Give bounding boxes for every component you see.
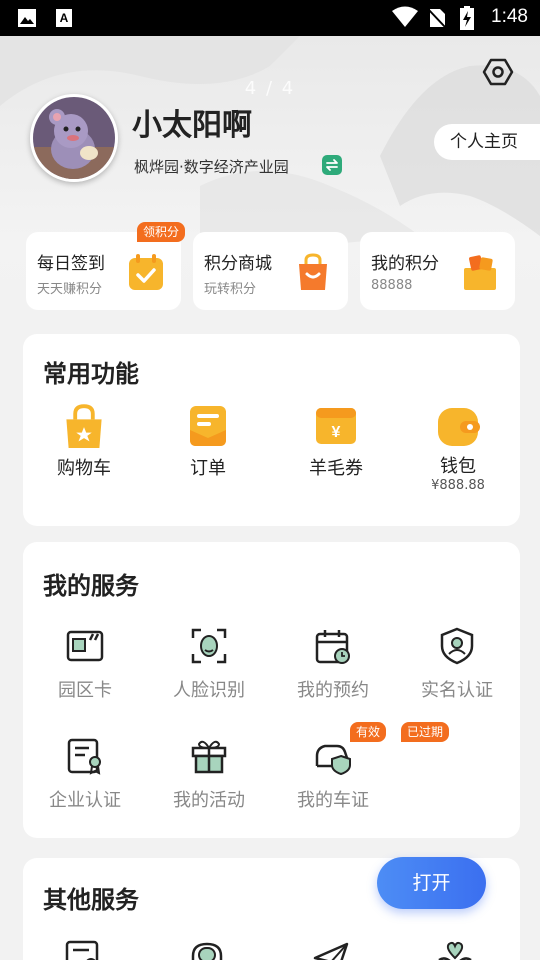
- item-label: 购物车: [57, 458, 111, 479]
- settings-icon[interactable]: [482, 56, 514, 88]
- order-list-icon: [190, 406, 226, 446]
- avatar[interactable]: [30, 94, 118, 182]
- car-shield-icon: [315, 744, 351, 776]
- item-label: 我的车证: [297, 790, 369, 811]
- open-button[interactable]: 打开: [377, 857, 486, 909]
- organization-name: 枫烨园·数字经济产业园: [134, 158, 289, 176]
- wallet-balance: ¥888.88: [431, 478, 485, 493]
- wallet-icon: [438, 408, 480, 446]
- shopping-bag-icon: [66, 404, 102, 448]
- gift-box-icon: [464, 255, 496, 290]
- my-points-card[interactable]: 我的积分 88888: [360, 232, 515, 310]
- heart-hands-icon[interactable]: [435, 938, 475, 960]
- item-label: 订单: [190, 458, 226, 479]
- certificate-icon: [67, 738, 101, 775]
- calendar-clock-icon: [315, 630, 350, 664]
- card-title: 积分商城: [204, 254, 272, 274]
- shopping-bag-icon: [299, 253, 327, 290]
- wallet-item[interactable]: 钱包 ¥888.88: [427, 404, 489, 493]
- enterprise-verification-item[interactable]: 企业认证: [23, 736, 147, 812]
- shopping-cart-item[interactable]: 购物车: [53, 404, 115, 480]
- clock: 1:48: [491, 6, 528, 27]
- my-appointments-item[interactable]: 我的预约: [271, 626, 395, 702]
- claim-points-badge[interactable]: 领积分: [137, 222, 186, 242]
- document-icon[interactable]: [63, 938, 103, 960]
- calendar-check-icon: [129, 254, 163, 290]
- real-name-verification-item[interactable]: 实名认证: [395, 626, 519, 702]
- points-mall-card[interactable]: 积分商城 玩转积分: [193, 232, 348, 310]
- item-label: 钱包: [440, 456, 476, 477]
- section-title: 我的服务: [43, 572, 139, 600]
- coupon-item[interactable]: ¥ 羊毛券: [305, 404, 367, 480]
- daily-checkin-card[interactable]: 每日签到 天天赚积分: [26, 232, 181, 310]
- headset-icon[interactable]: [187, 938, 227, 960]
- svg-text:¥: ¥: [332, 424, 341, 441]
- my-activities-item[interactable]: 我的活动: [147, 736, 271, 812]
- my-services-section: 我的服务 园区卡 人脸识别 我的预约 实名认证 企业认证 我的活动 我的车证 有…: [23, 542, 520, 838]
- item-label: 我的预约: [297, 680, 369, 701]
- card-subtitle: 玩转积分: [204, 282, 257, 297]
- text-icon: A: [56, 9, 72, 27]
- personal-homepage-button[interactable]: 个人主页: [434, 124, 540, 160]
- no-sim-icon: [428, 9, 446, 28]
- wifi-icon: [392, 6, 418, 27]
- expired-badge: 已过期: [401, 722, 450, 742]
- card-subtitle: 天天赚积分: [37, 282, 103, 297]
- item-label: 实名认证: [421, 680, 493, 701]
- my-vehicle-pass-item[interactable]: 我的车证: [271, 736, 395, 812]
- card-title: 每日签到: [37, 254, 105, 274]
- common-functions-section: 常用功能 购物车 订单 ¥ 羊毛券 钱包 ¥888.88: [23, 334, 520, 526]
- card-title: 我的积分: [371, 254, 439, 274]
- section-title: 常用功能: [43, 360, 139, 388]
- item-label: 我的活动: [173, 790, 245, 811]
- image-icon: [18, 9, 36, 27]
- item-label: 羊毛券: [309, 458, 363, 479]
- paper-plane-icon[interactable]: [311, 938, 351, 960]
- card-subtitle: 88888: [371, 278, 413, 293]
- park-card-item[interactable]: 园区卡: [23, 626, 147, 702]
- card-icon: [66, 630, 104, 662]
- item-label: 园区卡: [58, 680, 112, 701]
- face-recognition-item[interactable]: 人脸识别: [147, 626, 271, 702]
- shield-user-icon: [440, 627, 474, 665]
- section-title: 其他服务: [43, 886, 139, 914]
- item-label: 企业认证: [49, 790, 121, 811]
- username: 小太阳啊: [132, 108, 252, 143]
- gift-icon: [191, 740, 227, 774]
- order-item[interactable]: 订单: [181, 404, 235, 480]
- valid-badge: 有效: [350, 722, 387, 742]
- switch-icon[interactable]: [322, 155, 342, 175]
- status-bar: A 1:48: [0, 0, 540, 36]
- face-scan-icon: [191, 628, 227, 664]
- svg-text:A: A: [60, 11, 69, 25]
- coupon-icon: ¥: [316, 408, 356, 444]
- item-label: 人脸识别: [173, 680, 245, 701]
- battery-charging-icon: [460, 6, 474, 30]
